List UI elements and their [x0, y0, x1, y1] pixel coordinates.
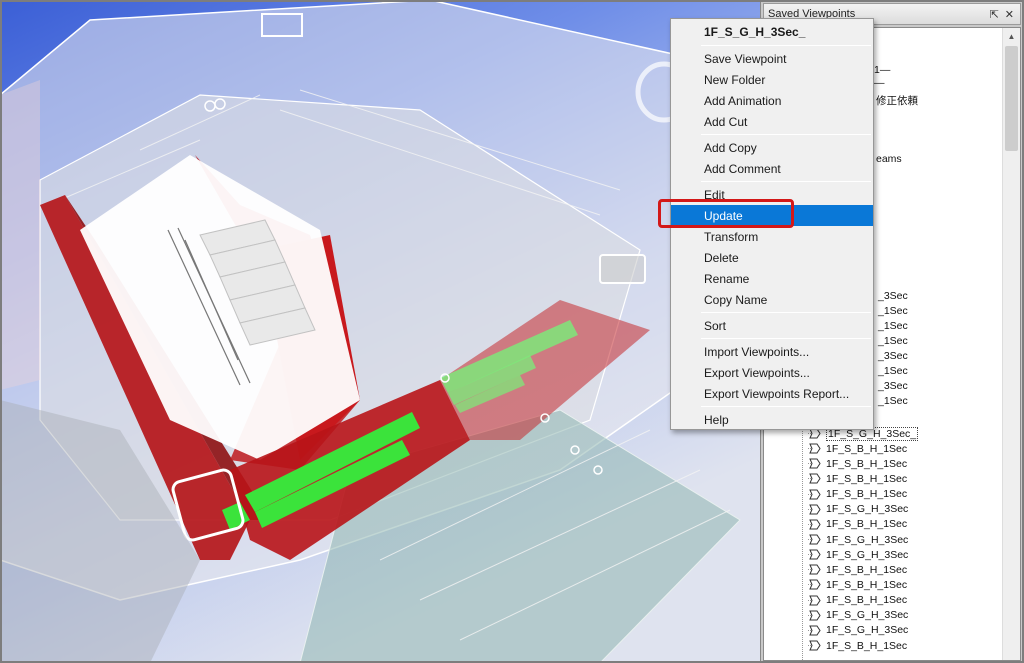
menu-item-add-copy[interactable]: Add Copy [671, 137, 873, 158]
viewpoint-label: 1F_S_B_H_1Sec [826, 594, 908, 607]
camera-icon [808, 610, 821, 621]
menu-item-export-viewpoints[interactable]: Export Viewpoints... [671, 362, 873, 383]
menu-item-import-viewpoints[interactable]: Import Viewpoints... [671, 341, 873, 362]
camera-icon [808, 519, 821, 530]
viewpoint-item[interactable]: 1F_S_B_H_1Sec [764, 638, 1002, 653]
menu-header: 1F_S_G_H_3Sec_ [704, 25, 806, 39]
menu-item-transform[interactable]: Transform [671, 226, 873, 247]
viewpoint-item[interactable]: 1F_S_B_H_1Sec [764, 471, 1002, 486]
viewpoint-item[interactable]: 1F_S_B_H_1Sec [764, 593, 1002, 608]
3d-viewport[interactable] [0, 0, 760, 663]
tree-peek-label: 1— [874, 64, 891, 76]
tree-peek-label: _3Sec [878, 290, 908, 302]
viewpoint-label: 1F_S_B_H_1Sec [826, 457, 908, 470]
viewpoint-label: 1F_S_G_H_3Sec [826, 533, 909, 546]
tree-peek-label: eams [876, 153, 902, 165]
viewpoint-label: 1F_S_B_H_1Sec [826, 639, 908, 652]
menu-separator [701, 338, 871, 339]
viewpoint-item[interactable]: 1F_S_B_H_1Sec [764, 441, 1002, 456]
viewpoint-item[interactable]: 1F_S_G_H_3Sec [764, 623, 1002, 638]
camera-icon [808, 443, 821, 454]
scroll-up-icon[interactable]: ▲ [1005, 30, 1018, 43]
viewpoint-item[interactable]: 1F_S_G_H_3Sec [764, 547, 1002, 562]
viewpoint-item[interactable]: 1F_S_G_H_3Sec [764, 532, 1002, 547]
tree-peek-label: _1Sec [878, 320, 908, 332]
viewpoint-label: 1F_S_B_H_1Sec [826, 488, 908, 501]
menu-item-delete[interactable]: Delete [671, 247, 873, 268]
camera-icon [808, 534, 821, 545]
viewpoint-item[interactable]: 1F_S_B_H_1Sec [764, 456, 1002, 471]
tree-peek-label: _3Sec [878, 380, 908, 392]
viewpoint-item[interactable]: 1F_S_G_H_3Sec [764, 608, 1002, 623]
tree-peek-label: — [874, 77, 885, 89]
menu-item-export-viewpoints-report[interactable]: Export Viewpoints Report... [671, 383, 873, 404]
menu-item-new-folder[interactable]: New Folder [671, 69, 873, 90]
camera-icon [808, 579, 821, 590]
pin-icon[interactable]: ⇱ [990, 8, 999, 21]
viewpoint-label: 1F_S_B_H_1Sec [826, 563, 908, 576]
viewpoint-item[interactable]: 1F_S_G_H_3Sec [764, 502, 1002, 517]
tree-peek-label: _1Sec [878, 365, 908, 377]
camera-icon [808, 625, 821, 636]
camera-icon [808, 504, 821, 515]
camera-icon [808, 458, 821, 469]
viewpoint-list: 1F_S_G_H_3Sec_ 1F_S_B_H_1Sec 1F_S_B_H_1Sec… [764, 426, 1002, 653]
viewpoint-label: 1F_S_G_H_3Sec [826, 624, 909, 637]
camera-icon [808, 473, 821, 484]
menu-separator [701, 312, 871, 313]
tree-peek-label: 修正依頼 [876, 95, 918, 107]
camera-icon [808, 564, 821, 575]
menu-item-add-cut[interactable]: Add Cut [671, 111, 873, 132]
viewpoint-item[interactable]: 1F_S_B_H_1Sec [764, 577, 1002, 592]
menu-item-add-animation[interactable]: Add Animation [671, 90, 873, 111]
viewpoint-label: 1F_S_B_H_1Sec [826, 442, 908, 455]
viewpoint-label: 1F_S_G_H_3Sec [826, 548, 909, 561]
close-icon[interactable]: ✕ [1005, 8, 1014, 21]
menu-separator [701, 406, 871, 407]
camera-icon [808, 549, 821, 560]
menu-item-save-viewpoint[interactable]: Save Viewpoint [671, 48, 873, 69]
viewpoint-label: 1F_S_G_H_3Sec [826, 609, 909, 622]
menu-separator [701, 134, 871, 135]
viewpoint-label: 1F_S_B_H_1Sec [826, 518, 908, 531]
menu-item-copy-name[interactable]: Copy Name [671, 289, 873, 310]
tree-peek-label: _3Sec [878, 350, 908, 362]
tree-peek-label: _1Sec [878, 335, 908, 347]
camera-icon [808, 640, 821, 651]
menu-item-rename[interactable]: Rename [671, 268, 873, 289]
menu-separator [701, 45, 871, 46]
menu-item-sort[interactable]: Sort [671, 315, 873, 336]
menu-separator [701, 181, 871, 182]
viewpoint-label: 1F_S_G_H_3Sec [826, 503, 909, 516]
tree-peek-label: _1Sec [878, 305, 908, 317]
highlight-callout [658, 199, 794, 228]
menu-item-add-comment[interactable]: Add Comment [671, 158, 873, 179]
viewpoint-item[interactable]: 1F_S_B_H_1Sec [764, 487, 1002, 502]
tree-peek-label: _1Sec [878, 395, 908, 407]
scroll-thumb[interactable] [1005, 46, 1018, 151]
viewpoint-item[interactable]: 1F_S_B_H_1Sec [764, 517, 1002, 532]
menu-item-help[interactable]: Help [671, 409, 873, 430]
tree-scrollbar[interactable]: ▲ [1002, 28, 1020, 660]
viewpoint-label: 1F_S_B_H_1Sec [826, 472, 908, 485]
viewpoint-item[interactable]: 1F_S_B_H_1Sec [764, 562, 1002, 577]
viewpoint-label: 1F_S_B_H_1Sec [826, 578, 908, 591]
camera-icon [808, 595, 821, 606]
camera-icon [808, 489, 821, 500]
